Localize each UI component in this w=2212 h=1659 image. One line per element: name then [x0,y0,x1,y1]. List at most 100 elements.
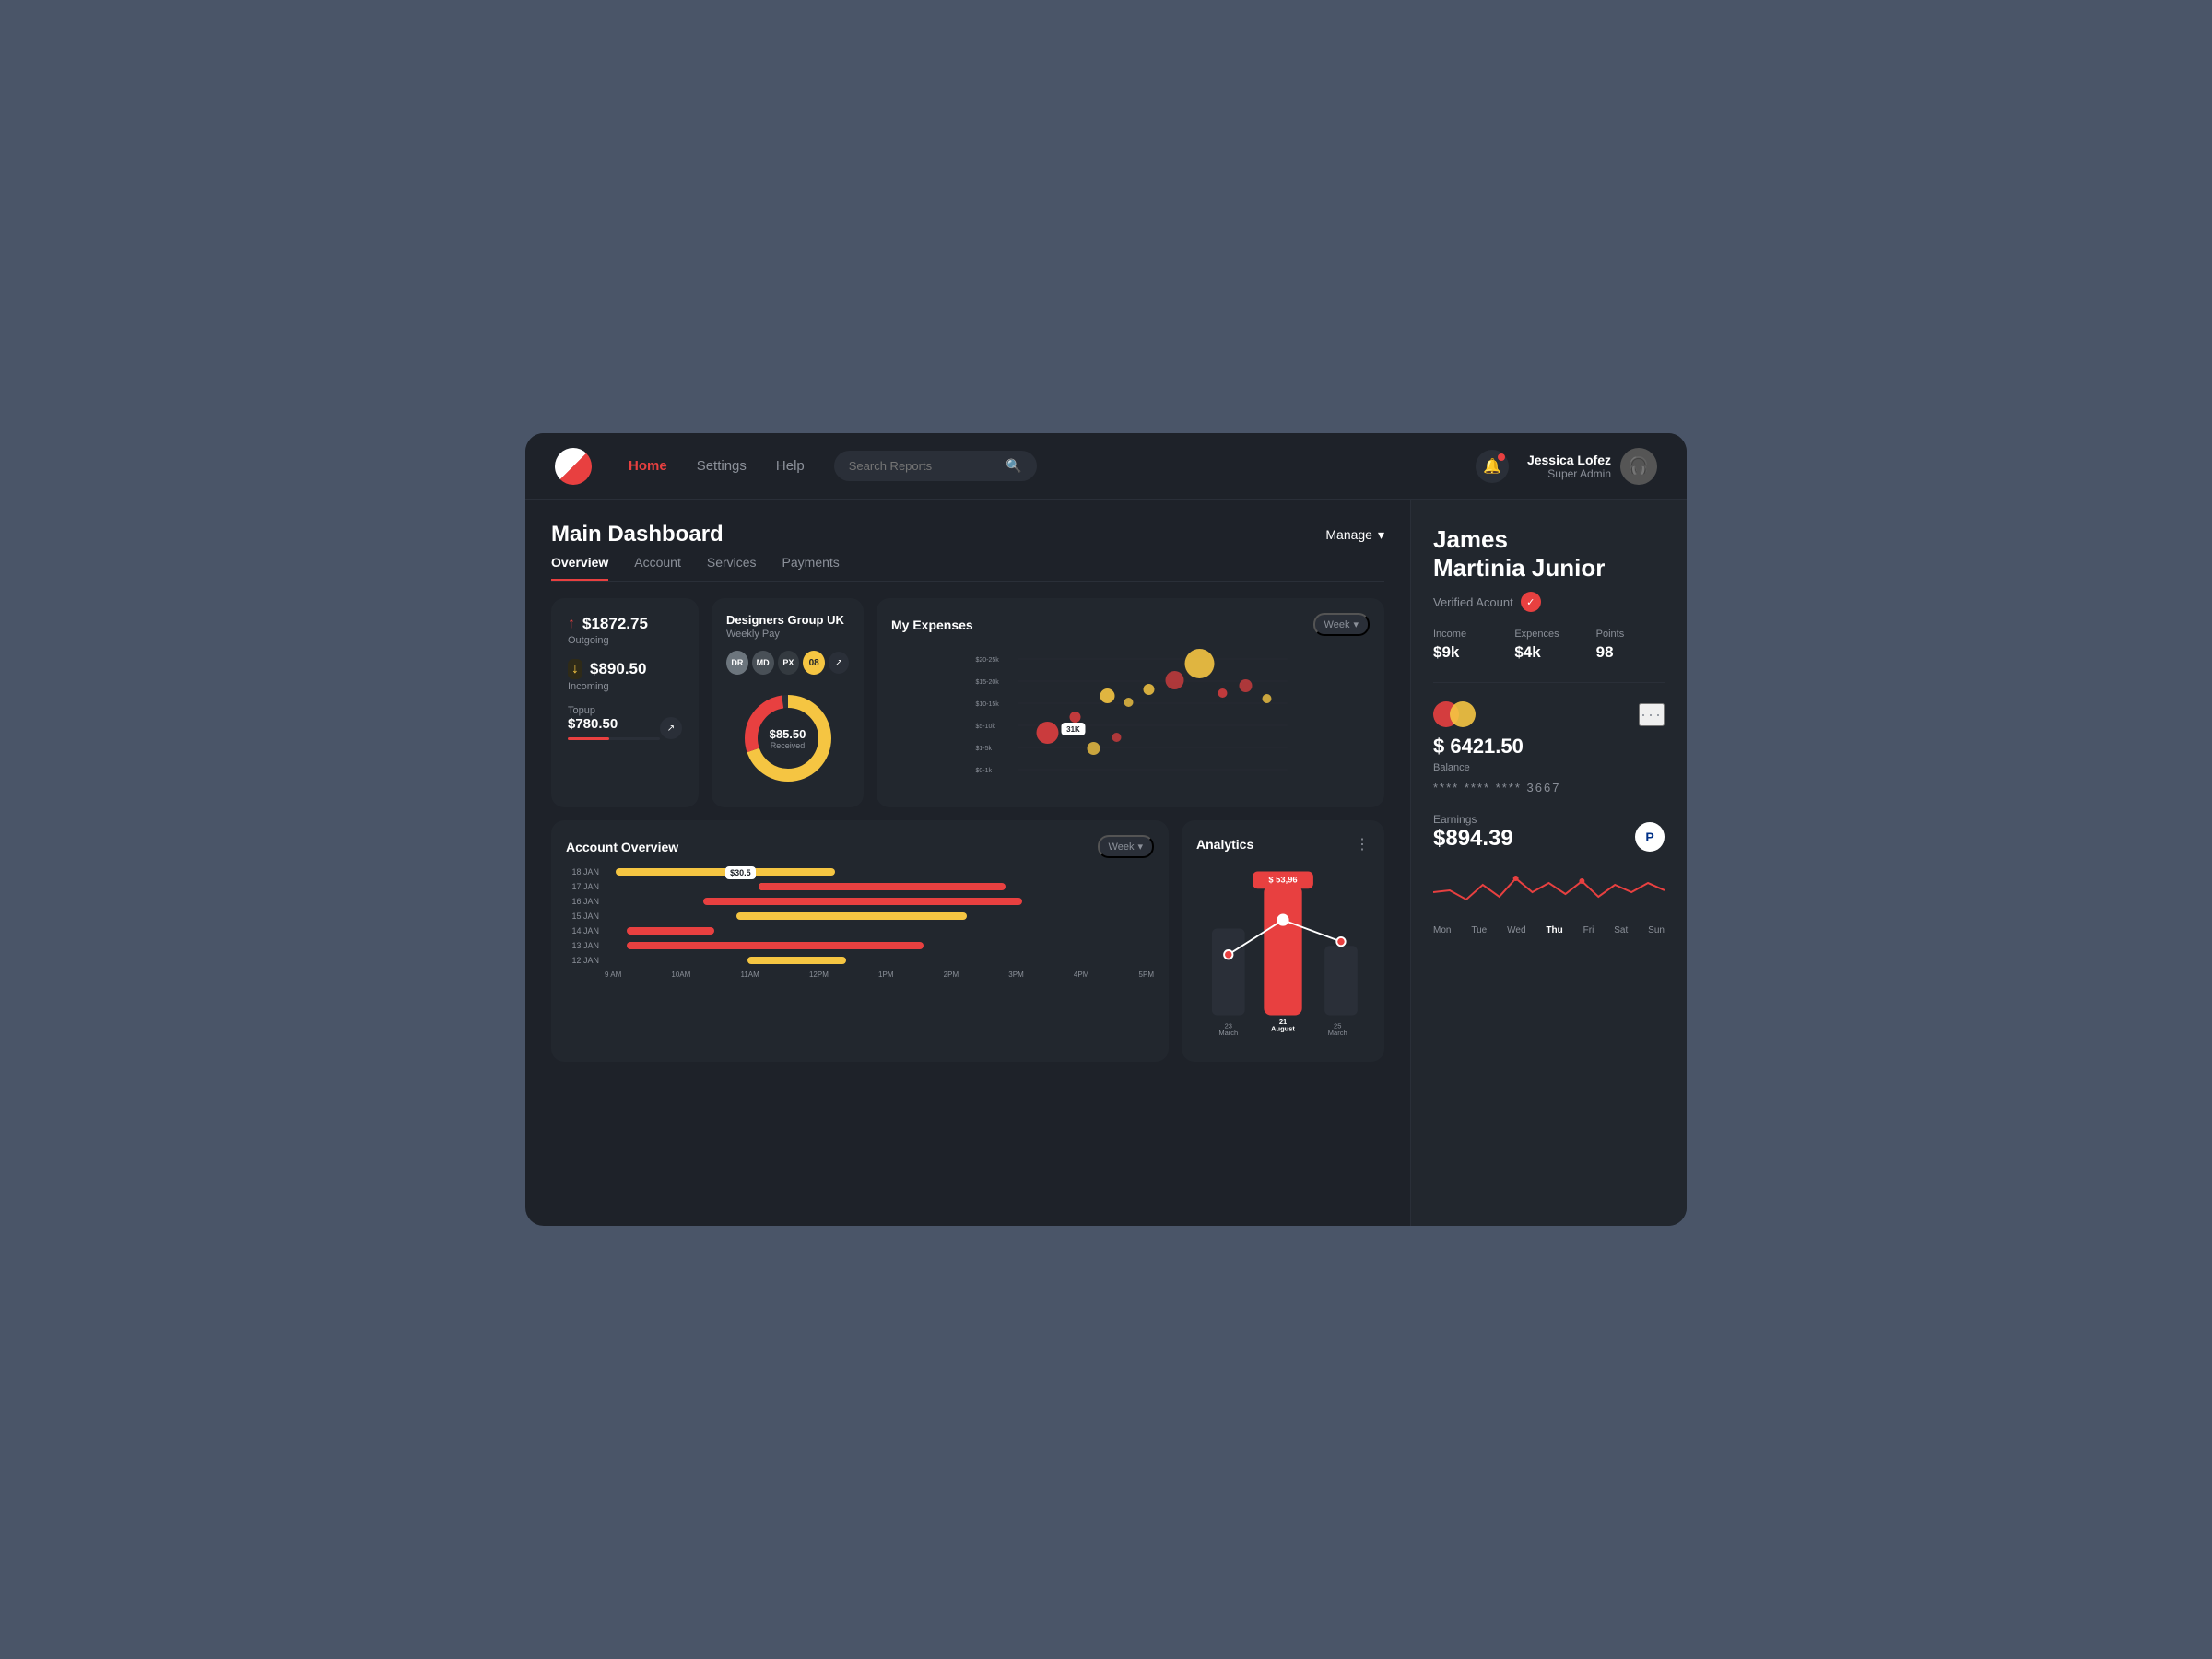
user-profile[interactable]: Jessica Lofez Super Admin 🎧 [1527,448,1657,485]
points-value: 98 [1596,643,1665,662]
topup-label: Topup [568,705,682,716]
topup-progress-fill [568,737,609,740]
topup-link-button[interactable]: ↗ [660,717,682,739]
main-nav: Home Settings Help [629,458,805,474]
topup-progress [568,737,660,740]
gantt-chart: 18 JAN 17 JAN $30.5 [566,867,1154,979]
points-stat: Points 98 [1596,629,1665,662]
arrow-up-icon: ↑ [568,616,575,632]
designers-group-card: Designers Group UK Weekly Pay DR MD PX 0… [712,598,864,807]
outgoing-item: ↑ $1872.75 Outgoing [568,615,682,646]
earnings-amount: $894.39 [1433,826,1513,852]
notification-button[interactable]: 🔔 [1476,450,1509,483]
main-content: Main Dashboard Manage ▾ Overview Account… [525,500,1687,1226]
donut-center: $85.50 Received [770,727,806,750]
tab-account[interactable]: Account [634,555,681,581]
earnings-section: Earnings $894.39 P Mon Tue Wed Thu [1433,813,1665,935]
income-value: $9k [1433,643,1501,662]
account-overview-period-button[interactable]: Week ▾ [1098,835,1154,858]
expenses-card: My Expenses Week ▾ $20-25k $15-20k $10-1… [877,598,1384,807]
day-wed: Wed [1507,925,1525,935]
manage-button[interactable]: Manage ▾ [1325,527,1384,543]
gantt-x-labels: 9 AM 10AM 11AM 12PM 1PM 2PM 3PM 4PM 5PM [605,971,1154,979]
svg-text:March: March [1328,1029,1347,1037]
card-number: **** **** **** 3667 [1433,781,1665,794]
gantt-row-14jan: 14 JAN [566,926,1154,935]
day-tue: Tue [1471,925,1487,935]
scatter-chart: $20-25k $15-20k $10-15k $5-10k $1-5k $0-… [891,645,1370,793]
card-section: ··· $ 6421.50 Balance **** **** **** 366… [1433,701,1665,794]
gantt-row-15jan: 15 JAN [566,912,1154,921]
gantt-row-12jan: 12 JAN [566,956,1154,965]
designers-link-button[interactable]: ↗ [829,652,849,674]
outgoing-label: Outgoing [568,635,682,646]
day-sun: Sun [1648,925,1665,935]
nav-help[interactable]: Help [776,458,805,474]
gantt-row-18jan: 18 JAN [566,867,1154,877]
tab-payments[interactable]: Payments [782,555,840,581]
analytics-more-button[interactable]: ⋮ [1355,835,1370,853]
svg-text:$5-10k: $5-10k [976,724,996,730]
svg-text:August: August [1271,1024,1295,1032]
stats-row: Income $9k Expences $4k Points 98 [1433,629,1665,662]
designers-title: Designers Group UK [726,613,849,627]
right-panel: JamesMartinia Junior Verified Acount ✓ I… [1410,500,1687,1226]
expenses-label: Expences [1514,629,1583,640]
svg-text:31K: 31K [1066,725,1080,734]
search-input[interactable] [849,459,999,473]
app-container: Home Settings Help 🔍 🔔 Jessica Lofez Sup… [525,433,1687,1226]
expenses-period-label: Week [1324,619,1350,630]
donut-amount: $85.50 [770,727,806,741]
card-balance-amount: $ 6421.50 [1433,735,1665,759]
chevron-down-icon: ▾ [1137,841,1143,853]
account-overview-card: Account Overview Week ▾ 18 JAN [551,820,1169,1062]
search-icon: 🔍 [1006,458,1021,474]
chevron-down-icon: ▾ [1353,618,1359,630]
account-overview-title: Account Overview [566,840,678,854]
tab-bar: Overview Account Services Payments [551,555,1384,582]
designers-subtitle: Weekly Pay [726,629,849,640]
profile-name: JamesMartinia Junior [1433,525,1665,582]
expenses-period-button[interactable]: Week ▾ [1313,613,1370,636]
nav-settings[interactable]: Settings [697,458,747,474]
day-mon: Mon [1433,925,1451,935]
paypal-icon: P [1635,822,1665,852]
nav-home[interactable]: Home [629,458,667,474]
tab-overview[interactable]: Overview [551,555,608,581]
avatar-count: 08 [803,651,825,675]
analytics-header: Analytics ⋮ [1196,835,1370,853]
day-fri: Fri [1583,925,1594,935]
notification-dot [1498,453,1505,461]
user-text: Jessica Lofez Super Admin [1527,453,1611,480]
card-options-button[interactable]: ··· [1639,703,1665,726]
svg-text:$0-1k: $0-1k [976,768,993,774]
dashboard-header: Main Dashboard Manage ▾ [551,522,1384,547]
page-title: Main Dashboard [551,522,724,547]
incoming-amount: $890.50 [590,660,646,678]
header: Home Settings Help 🔍 🔔 Jessica Lofez Sup… [525,433,1687,500]
expenses-title: My Expenses [891,618,973,632]
avatars-row: DR MD PX 08 ↗ [726,651,849,675]
search-bar[interactable]: 🔍 [834,451,1037,481]
gantt-row-17jan: 17 JAN $30.5 [566,882,1154,891]
income-stat: Income $9k [1433,629,1501,662]
left-panel: Main Dashboard Manage ▾ Overview Account… [525,500,1410,1226]
bottom-cards-row: Account Overview Week ▾ 18 JAN [551,820,1384,1062]
card-brand-row: ··· [1433,701,1665,727]
day-thu: Thu [1546,925,1562,935]
svg-text:$1-5k: $1-5k [976,746,993,752]
day-sat: Sat [1614,925,1628,935]
mc-right-circle [1450,701,1476,727]
svg-text:$10-15k: $10-15k [976,701,1000,708]
income-label: Income [1433,629,1501,640]
earnings-header: Earnings $894.39 P [1433,813,1665,861]
period-label: Week [1109,841,1135,853]
avatar-md: MD [752,651,774,675]
card-balance-label: Balance [1433,762,1665,773]
avatar: 🎧 [1620,448,1657,485]
donut-label: Received [770,741,806,750]
gantt-tooltip: $30.5 [725,866,756,879]
tab-services[interactable]: Services [707,555,757,581]
verified-row: Verified Acount ✓ [1433,592,1665,612]
donut-chart: $85.50 Received [726,688,849,789]
